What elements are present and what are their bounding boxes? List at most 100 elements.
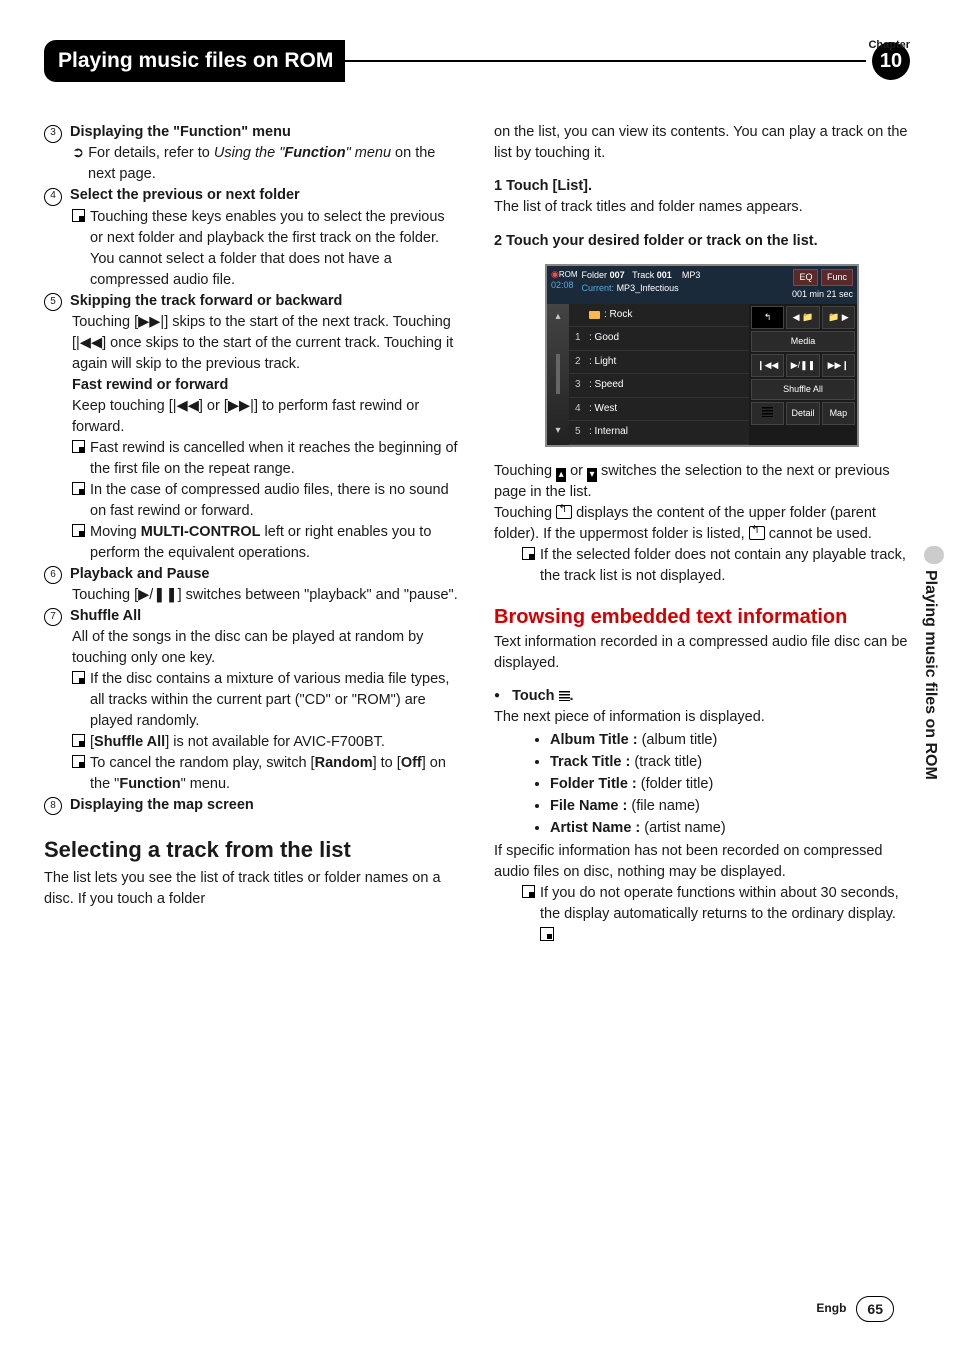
ss-list-row[interactable]: 3: Speed <box>569 374 749 398</box>
next-track-icon: ▶▶| <box>138 314 164 330</box>
ss-eq-button[interactable]: EQ <box>793 269 818 286</box>
item3-text-b: Using the " <box>214 145 284 161</box>
item7-bullet2: [Shuffle All] is not available for AVIC-… <box>72 732 460 753</box>
marker-5: 5 <box>44 293 62 311</box>
footer-lang: Engb <box>816 1300 846 1317</box>
scroll-up-icon[interactable]: ▴ <box>555 310 560 325</box>
scroll-down-icon[interactable]: ▾ <box>555 424 560 439</box>
item4-bullet1: Touching these keys enables you to selec… <box>72 207 460 291</box>
ss-time: 02:08 <box>551 280 578 292</box>
ss-list-row[interactable]: 1: Good <box>569 327 749 351</box>
ss-next-folder-button[interactable]: 📁 ▶ <box>822 306 855 329</box>
right-column: on the list, you can view its contents. … <box>494 122 910 945</box>
ss-track-val: 001 <box>657 270 672 280</box>
ss-folder-val: 007 <box>610 270 625 280</box>
info-item: Folder Title : (folder title) <box>550 774 910 795</box>
ss-track-list: : Rock 1: Good 2: Light 3: Speed 4: West… <box>569 304 749 445</box>
ss-prev-folder-button[interactable]: ◀ 📁 <box>786 306 819 329</box>
ss-list-row[interactable]: 2: Light <box>569 351 749 375</box>
page-title: Playing music files on ROM <box>44 40 345 82</box>
prev-track-icon: |◀◀ <box>76 335 102 351</box>
forward-icon: ▶▶| <box>228 398 254 414</box>
step1-text: The list of track titles and folder name… <box>494 197 910 218</box>
ss-next-track-button[interactable]: ▶▶❙ <box>822 354 855 377</box>
item7-bullet3: To cancel the random play, switch [Rando… <box>72 753 460 795</box>
selecting-heading: Selecting a track from the list <box>44 834 460 866</box>
marker-7: 7 <box>44 608 62 626</box>
marker-6: 6 <box>44 566 62 584</box>
item5-bullet2: In the case of compressed audio files, t… <box>72 480 460 522</box>
chapter-label: Chapter <box>868 38 910 54</box>
after-ss-bullet: If the selected folder does not contain … <box>522 545 910 587</box>
page-up-icon: ▴ <box>556 468 566 482</box>
ss-list-row[interactable]: 4: West <box>569 398 749 422</box>
marker-8: 8 <box>44 797 62 815</box>
title-divider <box>345 60 866 62</box>
ss-counter: 001 min 21 sec <box>792 288 853 301</box>
item5-subhead: Fast rewind or forward <box>72 375 460 396</box>
ss-format: MP3 <box>682 270 701 280</box>
arrow-icon: ➲ <box>72 145 88 161</box>
touch-head: Touch . <box>494 686 910 707</box>
item5-text2: Keep touching [|◀◀] or [▶▶|] to perform … <box>72 396 460 438</box>
side-tab: Playing music files on ROM <box>919 570 942 780</box>
browsing-text: Text information recorded in a compresse… <box>494 632 910 674</box>
item3-heading: Displaying the "Function" menu <box>70 124 291 140</box>
ss-info-button[interactable] <box>751 402 784 425</box>
end-section-icon <box>540 927 554 941</box>
item7-text: All of the songs in the disc can be play… <box>72 627 460 669</box>
browsing-heading: Browsing embedded text information <box>494 605 910 630</box>
info-item: Album Title : (album title) <box>550 730 910 751</box>
ss-detail-button[interactable]: Detail <box>786 402 819 425</box>
item5-text1: Touching [▶▶|] skips to the start of the… <box>72 312 460 375</box>
device-screenshot: ◉ROM 02:08 Folder 007 Track 001 MP3 Curr… <box>545 264 859 447</box>
info-item: Track Title : (track title) <box>550 752 910 773</box>
ss-rom-label: ROM <box>559 270 578 279</box>
text-info-icon <box>559 691 570 701</box>
info-list: Album Title : (album title) Track Title … <box>510 730 910 839</box>
parent-folder-icon <box>749 526 765 540</box>
ss-shuffle-button[interactable]: Shuffle All <box>751 379 855 400</box>
info-item: Artist Name : (artist name) <box>550 818 910 839</box>
page-number: 65 <box>856 1296 894 1322</box>
folder-icon <box>589 311 600 319</box>
ss-current-label: Current: <box>582 283 615 293</box>
ss-map-button[interactable]: Map <box>822 402 855 425</box>
ss-prev-track-button[interactable]: ❙◀◀ <box>751 354 784 377</box>
ss-up-folder-button[interactable]: ↰ <box>751 306 784 329</box>
tail-bullet: If you do not operate functions within a… <box>522 883 910 946</box>
continuation-text: on the list, you can view its contents. … <box>494 122 910 164</box>
ss-scrollbar[interactable]: ▴ ▾ <box>547 304 569 445</box>
marker-4: 4 <box>44 188 62 206</box>
page-down-icon: ▾ <box>587 468 597 482</box>
ss-func-button[interactable]: Func <box>821 269 853 286</box>
item5-heading: Skipping the track forward or backward <box>70 293 342 309</box>
touch-text: The next piece of information is display… <box>494 707 910 728</box>
item5-bullet1: Fast rewind is cancelled when it reaches… <box>72 438 460 480</box>
info-item: File Name : (file name) <box>550 796 910 817</box>
ss-list-row[interactable]: : Rock <box>569 304 749 328</box>
play-pause-icon: ▶/❚❚ <box>138 587 177 603</box>
title-bar: Playing music files on ROM 10 <box>44 40 910 82</box>
ss-media-button[interactable]: Media <box>751 331 855 352</box>
item7-bullet1: If the disc contains a mixture of variou… <box>72 669 460 732</box>
marker-3: 3 <box>44 125 62 143</box>
side-tab-cap <box>924 546 944 564</box>
after-ss-text1: Touching ▴ or ▾ switches the selection t… <box>494 461 910 503</box>
ss-track-label: Track <box>632 270 654 280</box>
item7-heading: Shuffle All <box>70 608 141 624</box>
item4-heading: Select the previous or next folder <box>70 187 300 203</box>
rewind-icon: |◀◀ <box>173 398 199 414</box>
ss-play-pause-button[interactable]: ▶/❚❚ <box>786 354 819 377</box>
item5-bullet3: Moving MULTI-CONTROL left or right enabl… <box>72 522 460 564</box>
parent-folder-icon <box>556 505 572 519</box>
step1-head: 1 Touch [List]. <box>494 176 910 197</box>
selecting-text: The list lets you see the list of track … <box>44 868 460 910</box>
ss-list-row[interactable]: 5: Internal <box>569 421 749 445</box>
ss-folder-label: Folder <box>582 270 608 280</box>
footer: Engb 65 <box>816 1296 894 1322</box>
ss-current-val: MP3_Infectious <box>617 283 679 293</box>
item3-text-d: " menu <box>346 145 391 161</box>
item8-heading: Displaying the map screen <box>70 797 254 813</box>
step2-head: 2 Touch your desired folder or track on … <box>494 231 910 252</box>
